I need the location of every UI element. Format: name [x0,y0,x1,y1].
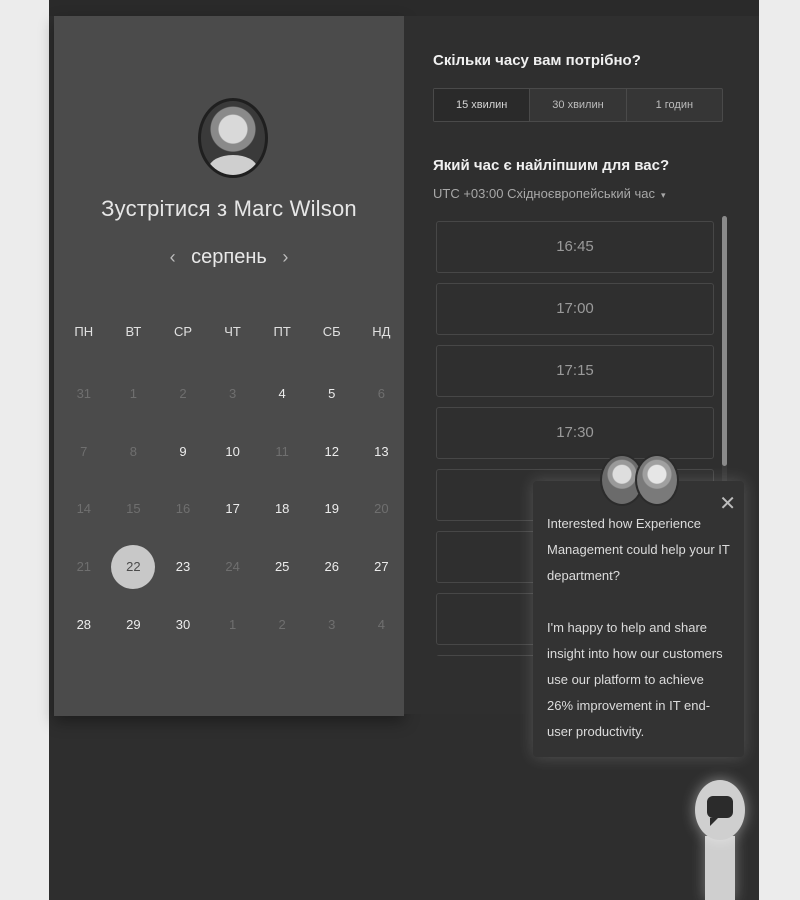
calendar-day: 2 [278,617,286,632]
top-band [49,0,759,16]
calendar-week: 7 8 9 10 11 12 13 [59,439,409,465]
calendar-day: 14 [76,501,92,516]
meeting-title: Зустрітися з Marc Wilson [101,196,357,221]
weekday-tue: ВТ [125,324,142,339]
time-slot[interactable]: 17:00 [436,283,714,335]
scrollbar-thumb[interactable] [722,216,727,466]
calendar-day[interactable]: 9 [158,439,208,465]
duration-option-30[interactable]: 30 хвилин [530,89,627,121]
chat-message-intro: Interested how Experience Management cou… [547,516,730,583]
chat-launcher-stem [705,836,735,900]
calendar-day: 1 [129,386,137,401]
calendar-day[interactable]: 26 [307,554,357,580]
calendar-day: 15 [126,501,141,516]
time-slot[interactable]: 17:30 [436,407,714,459]
calendar-day[interactable]: 29 [109,612,159,638]
calendar-week: 21 22 23 24 25 26 27 [59,545,409,589]
calendar-day[interactable]: 10 [208,439,258,465]
calendar-day[interactable]: 19 [307,496,357,522]
duration-option-60[interactable]: 1 годин [627,89,722,121]
weekday-sat: СБ [322,324,341,339]
calendar-day: 24 [225,559,240,574]
calendar-day: 2 [179,386,187,401]
weekday-header: ПН ВТ СР ЧТ ПТ СБ НД [59,324,409,339]
calendar-day[interactable]: 25 [257,554,307,580]
calendar-day[interactable]: 5 [307,381,357,407]
weekday-mon: ПН [74,324,94,339]
chat-launcher-button[interactable] [695,780,745,840]
month-navigation: ‹ серпень › [54,246,404,269]
time-question: Який час є найліпшим для вас? [433,157,670,174]
weekday-sun: НД [372,324,391,339]
chat-bubble-icon [707,796,733,826]
calendar-day[interactable]: 18 [257,496,307,522]
calendar-day[interactable]: 13 [357,439,407,465]
calendar-week: 14 15 16 17 18 19 20 [59,496,409,522]
month-label: серпень [191,246,267,268]
chat-popup: ✕ Interested how Experience Management c… [533,481,744,757]
chat-message: Interested how Experience Management cou… [547,511,733,771]
host-avatar [198,98,268,178]
calendar-day: 6 [377,386,385,401]
calendar-day-selected[interactable]: 22 [111,545,156,589]
avatar-shoulders [209,155,257,175]
weekday-wed: СР [173,324,193,339]
calendar-day: 4 [377,617,385,632]
calendar-day: 3 [228,386,237,401]
calendar-day: 8 [129,444,137,459]
chevron-down-icon: ▾ [660,190,666,200]
calendar-week: 28 29 30 1 2 3 4 [59,612,409,638]
calendar-day: 7 [80,444,88,459]
duration-option-15[interactable]: 15 хвилин [434,89,531,121]
calendar-day[interactable]: 23 [158,554,208,580]
calendar-day[interactable]: 4 [257,381,307,407]
calendar-panel: Зустрітися з Marc Wilson ‹ серпень › ПН … [54,16,404,716]
next-month-icon[interactable]: › [272,247,298,267]
weekday-thu: ЧТ [224,324,241,339]
calendar-day: 16 [175,501,191,516]
calendar-day: 21 [76,559,92,574]
duration-question: Скільки часу вам потрібно? [433,52,641,69]
duration-selector: 15 хвилин 30 хвилин 1 годин [433,88,723,122]
calendar-day: 11 [275,444,289,459]
chat-message-body: I'm happy to help and share insight into… [547,620,723,739]
time-slot[interactable]: 17:15 [436,345,714,397]
time-slot[interactable]: 16:45 [436,221,714,273]
calendar-day[interactable]: 27 [357,554,407,580]
calendar-day: 1 [228,617,237,632]
calendar-day[interactable]: 28 [59,612,109,638]
calendar-day: 20 [374,501,389,516]
agent-avatar [635,454,679,506]
weekday-fri: ПТ [273,324,291,339]
calendar-week: 31 1 2 3 4 5 6 [59,381,409,407]
timezone-selector[interactable]: UTC +03:00 Східноєвропейський час ▾ [433,186,666,201]
calendar-day[interactable]: 17 [208,496,258,522]
calendar-day: 3 [328,617,336,632]
prev-month-icon[interactable]: ‹ [160,247,186,267]
calendar-day: 31 [76,386,92,401]
calendar-day[interactable]: 30 [158,612,208,638]
timezone-label: UTC +03:00 Східноєвропейський час [433,186,655,201]
calendar-day[interactable]: 12 [307,439,357,465]
